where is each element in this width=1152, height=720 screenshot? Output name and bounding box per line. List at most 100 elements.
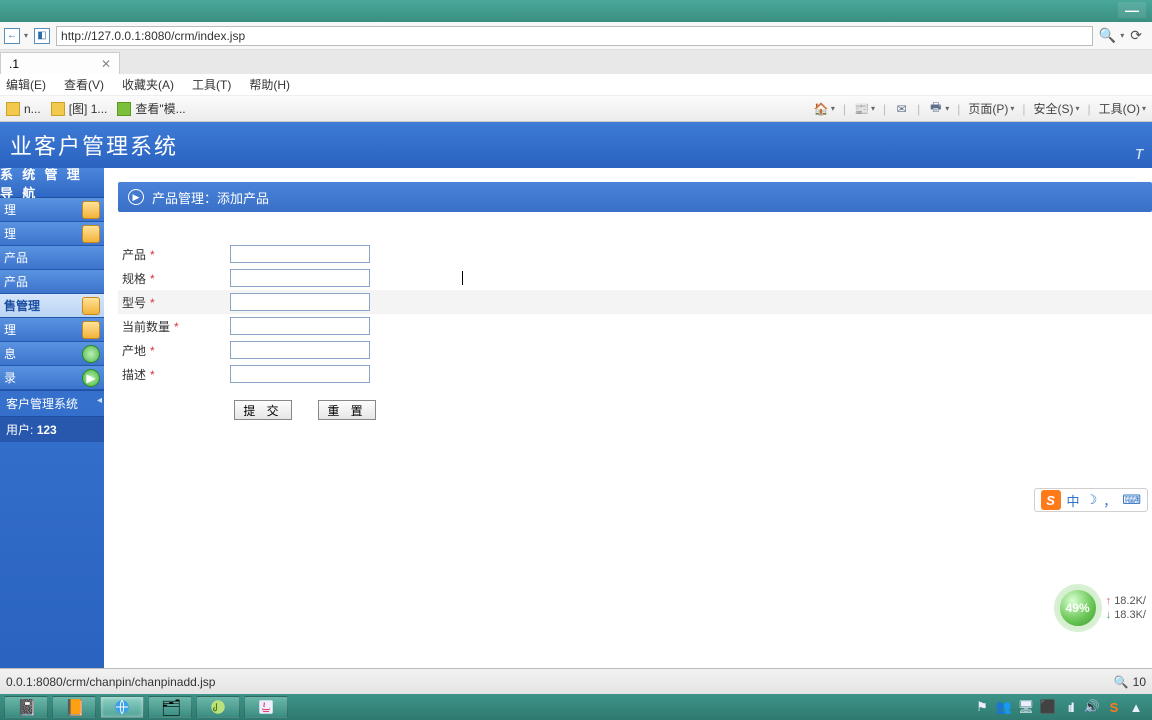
tray-volume-icon[interactable]: 🔊 (1084, 699, 1100, 715)
tray-expand-icon[interactable]: ▲ (1128, 699, 1144, 715)
zoom-icon[interactable]: 🔍 (1114, 675, 1129, 689)
ime-toolbar[interactable]: S 中 ☽ ， ⌨ (1034, 488, 1148, 512)
fav-icon (51, 102, 65, 116)
form-row-spec: 规格* (118, 266, 1152, 290)
sidebar-item-3[interactable]: 产品 (0, 270, 104, 294)
fav-link-2[interactable]: [图] 1... (51, 100, 108, 117)
label-origin: 产地* (118, 342, 230, 359)
product-form: 产品* 规格* 型号* 当前数量* 产地* 描述* (118, 242, 1152, 420)
feeds-button[interactable]: 📰▾ (854, 101, 875, 116)
zoom-value: 10 (1133, 675, 1146, 689)
tray-people-icon[interactable]: 👥 (996, 699, 1012, 715)
taskbar-app-2[interactable]: 📙 (52, 696, 96, 718)
url-input[interactable] (56, 26, 1093, 46)
tray-shield-icon[interactable]: ⬛ (1040, 699, 1056, 715)
sidebar-item-7[interactable]: 录 ▶ (0, 366, 104, 390)
sidebar-item-6[interactable]: 息 (0, 342, 104, 366)
menu-tools[interactable]: 工具(T) (192, 76, 231, 93)
network-monitor[interactable]: 49% 18.2K/ 18.3K/ (1056, 586, 1146, 630)
page-menu[interactable]: 页面(P) ▾ (968, 100, 1014, 117)
label-spec: 规格* (118, 270, 230, 287)
label-product: 产品* (118, 246, 230, 263)
tray-signal-icon[interactable]: ııll (1062, 699, 1078, 715)
browser-menu-bar: 编辑(E) 查看(V) 收藏夹(A) 工具(T) 帮助(H) (0, 74, 1152, 96)
app-logo-icon: ᴛ (1135, 143, 1146, 164)
form-row-origin: 产地* (118, 338, 1152, 362)
form-row-model: 型号* (118, 290, 1152, 314)
status-url: 0.0.1:8080/crm/chanpin/chanpinadd.jsp (6, 675, 215, 689)
fav-link-3[interactable]: 查看"模... (117, 100, 185, 117)
input-qty[interactable] (230, 317, 370, 335)
folder-icon (82, 225, 100, 243)
refresh-icon[interactable]: ⟳ (1130, 27, 1142, 44)
system-tray: ⚑ 👥 🖥 ⬛ ııll 🔊 S ▲ (974, 699, 1148, 715)
search-icon[interactable]: 🔍 (1099, 27, 1116, 44)
page-favicon: ◧ (34, 28, 50, 44)
sidebar-title: 系 统 管 理 导 航 (0, 168, 104, 198)
taskbar-ie[interactable] (100, 696, 144, 718)
fav-icon (117, 102, 131, 116)
browser-tab-strip: .1 ✕ (0, 50, 1152, 74)
mail-button[interactable]: ✉ (894, 101, 909, 116)
main-panel: ▶ 产品管理：添加产品 产品* 规格* 型号* 当前数量* 产地* (104, 168, 1152, 668)
label-model: 型号* (118, 294, 230, 311)
sidebar: 系 统 管 理 导 航 理 理 产品 产品 售管理 理 息 录 ▶ (0, 168, 104, 668)
menu-help[interactable]: 帮助(H) (249, 76, 290, 93)
arrow-right-icon: ▶ (128, 189, 144, 205)
menu-favorites[interactable]: 收藏夹(A) (122, 76, 174, 93)
menu-edit[interactable]: 编辑(E) (6, 76, 46, 93)
collapse-icon[interactable]: ◂ (97, 395, 102, 406)
folder-icon (82, 297, 100, 315)
tools-menu[interactable]: 工具(O) ▾ (1099, 100, 1146, 117)
sogou-icon[interactable]: S (1041, 490, 1061, 510)
submit-button[interactable]: 提 交 (234, 400, 292, 420)
tray-monitor-icon[interactable]: 🖥 (1018, 699, 1034, 715)
browser-address-bar: ← ▾ ◧ 🔍 ▾ ⟳ (0, 22, 1152, 50)
reset-button[interactable]: 重 置 (318, 400, 376, 420)
keyboard-icon[interactable]: ⌨ (1122, 492, 1141, 508)
fav-icon (6, 102, 20, 116)
input-product[interactable] (230, 245, 370, 263)
browser-command-bar: n... [图] 1... 查看"模... 🏠▾ | 📰▾ | ✉ | 🖶▾ |… (0, 96, 1152, 122)
sidebar-footer-appname: 客户管理系统 ◂ (0, 390, 104, 416)
panel-heading: ▶ 产品管理：添加产品 (118, 182, 1152, 212)
sidebar-item-4[interactable]: 售管理 (0, 294, 104, 318)
fav-link-1[interactable]: n... (6, 102, 41, 116)
label-qty: 当前数量* (118, 318, 230, 335)
taskbar-java[interactable] (244, 696, 288, 718)
safety-menu[interactable]: 安全(S) ▾ (1034, 100, 1080, 117)
app-header: 业客户管理系统 ᴛ (0, 122, 1152, 168)
print-button[interactable]: 🖶▾ (928, 101, 949, 116)
back-button[interactable]: ← (4, 28, 20, 44)
home-button[interactable]: 🏠▾ (814, 101, 835, 116)
tab-close-icon[interactable]: ✕ (101, 57, 111, 71)
tray-flag-icon[interactable]: ⚑ (974, 699, 990, 715)
browser-tab[interactable]: .1 ✕ (0, 52, 120, 74)
play-icon: ▶ (82, 369, 100, 387)
form-row-product: 产品* (118, 242, 1152, 266)
search-dropdown-icon[interactable]: ▾ (1120, 31, 1124, 40)
tray-s-icon[interactable]: S (1106, 699, 1122, 715)
nav-dropdown-icon[interactable]: ▾ (24, 31, 28, 40)
taskbar-explorer[interactable]: 🗂 (148, 696, 192, 718)
input-origin[interactable] (230, 341, 370, 359)
taskbar-app-music[interactable] (196, 696, 240, 718)
ime-lang[interactable]: 中 (1067, 491, 1080, 510)
input-spec[interactable] (230, 269, 370, 287)
gauge-icon: 49% (1056, 586, 1100, 630)
moon-icon[interactable]: ☽ (1086, 492, 1098, 508)
net-upload: 18.2K/ (1106, 595, 1146, 607)
taskbar-app-1[interactable]: 📓 (4, 696, 48, 718)
ime-punct[interactable]: ， (1103, 491, 1116, 510)
input-desc[interactable] (230, 365, 370, 383)
form-row-desc: 描述* (118, 362, 1152, 386)
sidebar-item-0[interactable]: 理 (0, 198, 104, 222)
folder-icon (82, 201, 100, 219)
sidebar-item-1[interactable]: 理 (0, 222, 104, 246)
sidebar-item-2[interactable]: 产品 (0, 246, 104, 270)
sidebar-item-5[interactable]: 理 (0, 318, 104, 342)
label-desc: 描述* (118, 366, 230, 383)
input-model[interactable] (230, 293, 370, 311)
window-minimize-button[interactable]: — (1118, 2, 1146, 18)
menu-view[interactable]: 查看(V) (64, 76, 104, 93)
